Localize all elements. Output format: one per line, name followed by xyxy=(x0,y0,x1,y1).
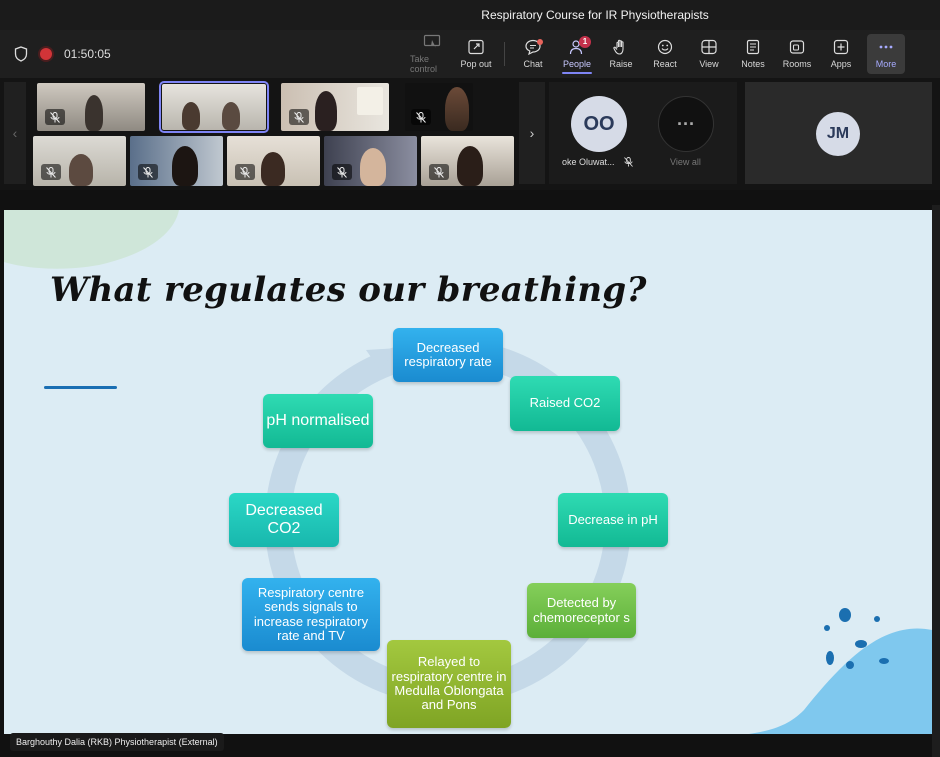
notes-button[interactable]: Notes xyxy=(731,34,775,74)
more-button[interactable]: More xyxy=(867,34,905,74)
cycle-step-decreased-co2: Decreased CO2 xyxy=(229,493,339,547)
recording-indicator-icon xyxy=(40,48,52,60)
meeting-timer: 01:50:05 xyxy=(64,47,111,61)
stage-scrollbar[interactable] xyxy=(932,205,940,757)
meeting-toolbar: 01:50:05 Take control Pop out Chat 1 Peo… xyxy=(0,30,940,78)
notes-label: Notes xyxy=(741,59,765,69)
cycle-step-decrease-in-ph: Decrease in pH xyxy=(558,493,668,547)
more-label: More xyxy=(875,59,897,69)
pop-out-label: Pop out xyxy=(460,59,492,69)
muted-mic-icon xyxy=(429,164,449,180)
muted-mic-icon xyxy=(45,109,65,125)
video-tile-pinned[interactable] xyxy=(159,81,269,133)
window-title-bar: Respiratory Course for IR Physiotherapis… xyxy=(0,0,940,30)
react-label: React xyxy=(653,59,677,69)
apps-label: Apps xyxy=(830,59,852,69)
toolbar-divider xyxy=(504,42,505,66)
cycle-step-respiratory-centre-signals: Respiratory centre sends signals to incr… xyxy=(242,578,380,651)
muted-mic-icon xyxy=(289,109,309,125)
title-accent-line xyxy=(44,386,117,389)
take-control-button[interactable]: Take control xyxy=(410,34,454,74)
notes-icon xyxy=(746,39,760,55)
muted-mic-icon xyxy=(332,164,352,180)
muted-mic-icon xyxy=(411,109,431,125)
video-tile[interactable] xyxy=(37,83,145,131)
chat-unread-dot xyxy=(537,39,543,45)
participant-silhouette xyxy=(222,102,240,130)
cycle-step-decreased-respiratory-rate: Decreased respiratory rate xyxy=(393,328,503,382)
raise-hand-icon xyxy=(613,39,624,55)
chat-label: Chat xyxy=(523,59,543,69)
people-button[interactable]: 1 People xyxy=(555,34,599,74)
slide-title: What regulates our breathing? xyxy=(50,270,647,310)
video-tile[interactable] xyxy=(33,136,126,186)
rooms-button[interactable]: Rooms xyxy=(775,34,819,74)
view-label: View xyxy=(699,59,719,69)
react-icon xyxy=(657,39,673,55)
video-tile[interactable] xyxy=(324,136,417,186)
cycle-step-relayed-to-respiratory-centre: Relayed to respiratory centre in Medulla… xyxy=(387,640,511,728)
more-icon xyxy=(879,45,893,49)
cycle-step-detected-by-chemoreceptors: Detected by chemoreceptor s xyxy=(527,583,636,638)
participant-silhouette xyxy=(261,152,285,186)
participant-name: oke Oluwat... xyxy=(562,157,615,167)
participant-silhouette xyxy=(182,102,200,130)
participant-silhouette xyxy=(85,95,103,131)
avatar: JM xyxy=(816,112,860,156)
shield-icon[interactable] xyxy=(14,46,28,62)
meeting-status: 01:50:05 xyxy=(14,46,111,62)
avatar: OO xyxy=(571,96,627,152)
muted-mic-icon xyxy=(138,164,158,180)
take-control-icon xyxy=(423,34,441,48)
pop-out-button[interactable]: Pop out xyxy=(454,34,498,74)
view-icon xyxy=(701,39,717,55)
muted-mic-icon xyxy=(624,157,633,167)
react-button[interactable]: React xyxy=(643,34,687,74)
wall-chart xyxy=(357,87,383,115)
cycle-step-ph-normalised: pH normalised xyxy=(263,394,373,448)
video-tile[interactable] xyxy=(227,136,320,186)
window-title: Respiratory Course for IR Physiotherapis… xyxy=(481,8,709,22)
video-tile[interactable] xyxy=(405,83,473,131)
pop-out-icon xyxy=(468,39,484,55)
rooms-icon xyxy=(789,40,805,54)
apps-icon xyxy=(833,39,849,55)
apps-button[interactable]: Apps xyxy=(819,34,863,74)
video-tile[interactable] xyxy=(421,136,514,186)
cycle-step-raised-co2: Raised CO2 xyxy=(510,376,620,431)
view-all-icon: ··· xyxy=(658,96,714,152)
muted-mic-icon xyxy=(235,164,255,180)
participant-silhouette xyxy=(360,148,386,186)
presentation-slide: What regulates our breathing? Decreased … xyxy=(4,210,932,734)
raise-hand-label: Raise xyxy=(609,59,633,69)
video-tile[interactable] xyxy=(130,136,223,186)
participant-silhouette xyxy=(315,91,337,131)
view-all-label[interactable]: View all xyxy=(670,157,701,167)
participant-silhouette xyxy=(69,154,93,186)
view-button[interactable]: View xyxy=(687,34,731,74)
chevron-left-icon[interactable]: ‹ xyxy=(4,82,26,184)
chat-button[interactable]: Chat xyxy=(511,34,555,74)
participant-silhouette xyxy=(457,146,483,186)
raise-hand-button[interactable]: Raise xyxy=(599,34,643,74)
muted-mic-icon xyxy=(41,164,61,180)
participant-silhouette xyxy=(445,87,469,131)
take-control-label: Take control xyxy=(410,54,438,74)
presenter-name-caption: Barghouthy Dalia (RKB) Physiotherapist (… xyxy=(10,733,224,751)
rooms-label: Rooms xyxy=(782,59,812,69)
people-label: People xyxy=(562,59,592,69)
participant-silhouette xyxy=(172,146,198,186)
video-tile[interactable] xyxy=(281,83,389,131)
people-badge: 1 xyxy=(579,36,591,48)
chevron-right-icon[interactable]: › xyxy=(519,82,545,184)
